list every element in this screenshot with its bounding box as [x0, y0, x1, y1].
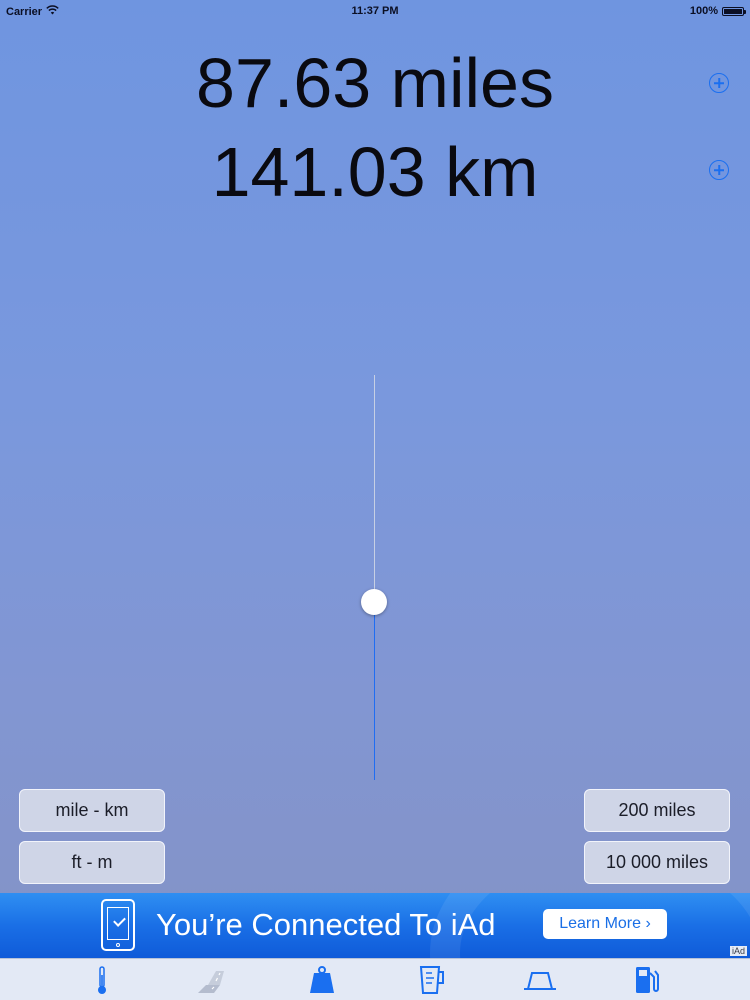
tab-temperature[interactable] — [82, 961, 122, 999]
distance-slider[interactable] — [360, 375, 390, 780]
range-200-miles-button[interactable]: 200 miles — [584, 789, 730, 832]
ipad-home-button — [116, 943, 120, 947]
battery-icon — [722, 6, 746, 16]
slider-track-max — [374, 375, 375, 602]
slider-thumb[interactable] — [361, 588, 387, 615]
ft-m-button[interactable]: ft - m — [19, 841, 165, 884]
measuring-cup-icon — [419, 966, 444, 994]
ipad-check-icon — [101, 899, 135, 951]
slider-track-min — [374, 601, 375, 780]
tab-area[interactable] — [518, 961, 558, 999]
tab-weight[interactable] — [302, 961, 342, 999]
iad-tag: iAd — [729, 946, 747, 956]
status-bar: Carrier 11:37 PM 100% — [0, 0, 750, 22]
checkmark-icon — [113, 914, 126, 927]
learn-more-button[interactable]: Learn More › — [543, 909, 667, 939]
ad-headline: You’re Connected To iAd — [156, 907, 496, 942]
ipad-screen — [107, 907, 129, 940]
battery-fill — [724, 8, 742, 14]
tab-volume[interactable] — [410, 961, 450, 999]
add-miles-button[interactable] — [709, 73, 729, 93]
area-icon — [524, 972, 556, 990]
tab-fuel[interactable] — [626, 961, 666, 999]
weight-icon — [310, 966, 334, 993]
road-distance-icon — [198, 971, 224, 993]
range-10000-miles-button[interactable]: 10 000 miles — [584, 841, 730, 884]
battery-percent: 100% — [689, 5, 718, 17]
thermometer-icon — [98, 966, 106, 994]
tab-bar — [0, 958, 750, 1000]
status-time: 11:37 PM — [351, 5, 399, 17]
fuel-pump-icon — [636, 967, 659, 993]
mile-km-button[interactable]: mile - km — [19, 789, 165, 832]
tab-distance[interactable] — [190, 961, 230, 999]
status-right: 100% — [689, 5, 746, 17]
add-km-button[interactable] — [709, 160, 729, 180]
miles-readout: 87.63 miles — [196, 44, 554, 122]
km-readout: 141.03 km — [211, 133, 539, 211]
